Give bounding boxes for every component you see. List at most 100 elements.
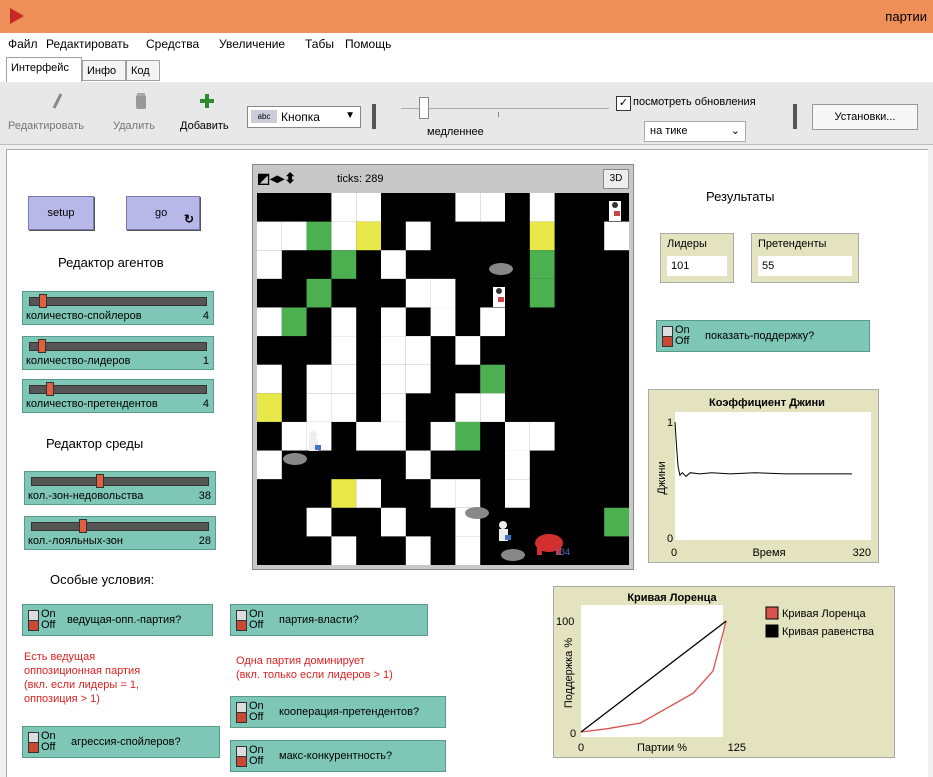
menu-file[interactable]: Файл [8, 37, 38, 51]
switch-off-label: Off [675, 335, 690, 347]
lorenz-y-label: Поддержка % [563, 638, 575, 708]
spoilers-count-slider[interactable]: количество-спойлеров 4 [22, 291, 214, 325]
patch [455, 393, 481, 422]
slider-thumb[interactable] [46, 382, 55, 396]
contenders-count-slider[interactable]: количество-претендентов 4 [22, 379, 214, 413]
slider-value: 28 [198, 535, 211, 547]
speed-slider-thumb[interactable] [419, 97, 429, 119]
menu-tabs[interactable]: Табы [305, 37, 334, 51]
add-button[interactable]: Добавить [180, 120, 229, 132]
patch [405, 364, 431, 394]
menu-edit[interactable]: Редактировать [46, 37, 129, 51]
gini-plot: Коэффициент Джини 1 0 0 320 Время Джини [648, 389, 879, 563]
loyal-zones-slider[interactable]: кол.-лояльных-зон 28 [24, 516, 216, 550]
netlogo-logo-icon [10, 8, 24, 24]
patch [455, 336, 481, 365]
patch [356, 221, 381, 251]
world-grid: 134 [257, 193, 629, 565]
menu-zoom[interactable]: Увеличение [219, 37, 285, 51]
switch-label: партия-власти? [279, 614, 359, 626]
widget-type-select[interactable]: abc Кнопка ▼ [247, 106, 361, 128]
patch [430, 479, 456, 508]
patch [306, 364, 332, 394]
patch [381, 421, 406, 451]
view-updates-label: посмотреть обновления [633, 96, 756, 108]
discontent-zones-slider[interactable]: кол.-зон-недовольства 38 [24, 471, 216, 505]
patch [381, 364, 406, 394]
forever-loop-icon: ↻ [183, 212, 194, 226]
update-mode-select[interactable]: на тике ⌄ [644, 121, 746, 142]
menu-help[interactable]: Помощь [345, 37, 391, 51]
max-competition-switch[interactable]: On Off макс-конкурентность? [230, 740, 446, 772]
contender-cooperation-switch[interactable]: On Off кооперация-претендентов? [230, 696, 446, 728]
toolbar: Редактировать Удалить Добавить abc Кнопк… [0, 82, 933, 145]
switch-label: показать-поддержку? [705, 330, 815, 342]
toolbar-separator [372, 104, 376, 129]
3d-view-button[interactable]: 3D [603, 169, 629, 189]
patch [405, 536, 431, 565]
results-heading: Результаты [706, 189, 775, 204]
edit-button[interactable]: Редактировать [8, 120, 84, 132]
slider-thumb[interactable] [39, 294, 48, 308]
patch [281, 307, 307, 337]
switch-toggle[interactable] [236, 610, 247, 631]
tab-strip: Интерфейс Инфо Код [0, 55, 933, 82]
agent-label: 134 [555, 547, 570, 557]
view-updates-checkbox[interactable]: ✓ [616, 96, 631, 111]
world-view[interactable]: ◩◂▸⬍ ticks: 289 3D 134 [252, 164, 634, 570]
patch [604, 507, 629, 537]
tab-info[interactable]: Инфо [82, 60, 126, 81]
toolbar-separator-2 [793, 104, 797, 129]
agent-spoiler-rat-icon [465, 507, 489, 519]
switch-toggle[interactable] [236, 702, 247, 723]
patch [505, 479, 530, 508]
patch [529, 221, 555, 251]
patch [257, 250, 282, 279]
power-party-switch[interactable]: On Off партия-власти? [230, 604, 428, 636]
patch [405, 336, 431, 365]
slider-label: кол.-зон-недовольства [28, 490, 144, 502]
patch [430, 278, 456, 308]
switch-toggle[interactable] [236, 746, 247, 767]
switch-on-label: On [41, 730, 56, 742]
gini-x-max-tick: 320 [853, 547, 871, 559]
dropdown-arrow-icon: ▼ [345, 110, 355, 121]
slider-thumb[interactable] [37, 339, 46, 353]
patch [480, 193, 505, 222]
abc-button-icon: abc [251, 110, 277, 123]
slider-label: количество-лидеров [26, 355, 131, 367]
tab-interface[interactable]: Интерфейс [6, 57, 82, 82]
switch-on-label: On [249, 608, 264, 620]
spoiler-aggression-switch[interactable]: On Off агрессия-спойлеров? [22, 726, 220, 758]
leading-opposition-switch[interactable]: On Off ведущая-опп.-партия? [22, 604, 213, 636]
delete-button[interactable]: Удалить [113, 120, 155, 132]
menu-tools[interactable]: Средства [146, 37, 199, 51]
gini-y-min-tick: 0 [667, 533, 673, 545]
switch-toggle[interactable] [28, 610, 39, 631]
slider-thumb[interactable] [96, 474, 105, 488]
patch [257, 307, 282, 337]
leaders-monitor: Лидеры 101 [660, 233, 734, 283]
show-support-switch[interactable]: On Off показать-поддержку? [656, 320, 870, 352]
tab-code[interactable]: Код [126, 60, 160, 81]
slider-value: 1 [202, 355, 209, 367]
patch [405, 450, 431, 480]
settings-button[interactable]: Установки... [812, 104, 918, 130]
leaders-count-slider[interactable]: количество-лидеров 1 [22, 336, 214, 370]
environment-editor-heading: Редактор среды [46, 436, 144, 451]
trash-icon [136, 93, 146, 109]
world-view-header: ◩◂▸⬍ ticks: 289 3D [253, 165, 633, 193]
switch-toggle[interactable] [662, 326, 673, 347]
patch [331, 307, 357, 337]
slider-thumb[interactable] [79, 519, 88, 533]
contenders-monitor: Претенденты 55 [751, 233, 859, 283]
patch [331, 479, 357, 508]
switch-toggle[interactable] [28, 732, 39, 753]
patch [331, 364, 357, 394]
patch [405, 278, 431, 308]
switch-label: агрессия-спойлеров? [71, 736, 181, 748]
go-button[interactable]: go ↻ [126, 196, 200, 230]
setup-button[interactable]: setup [28, 196, 94, 230]
patch [281, 421, 307, 451]
slider-label: кол.-лояльных-зон [28, 535, 123, 547]
